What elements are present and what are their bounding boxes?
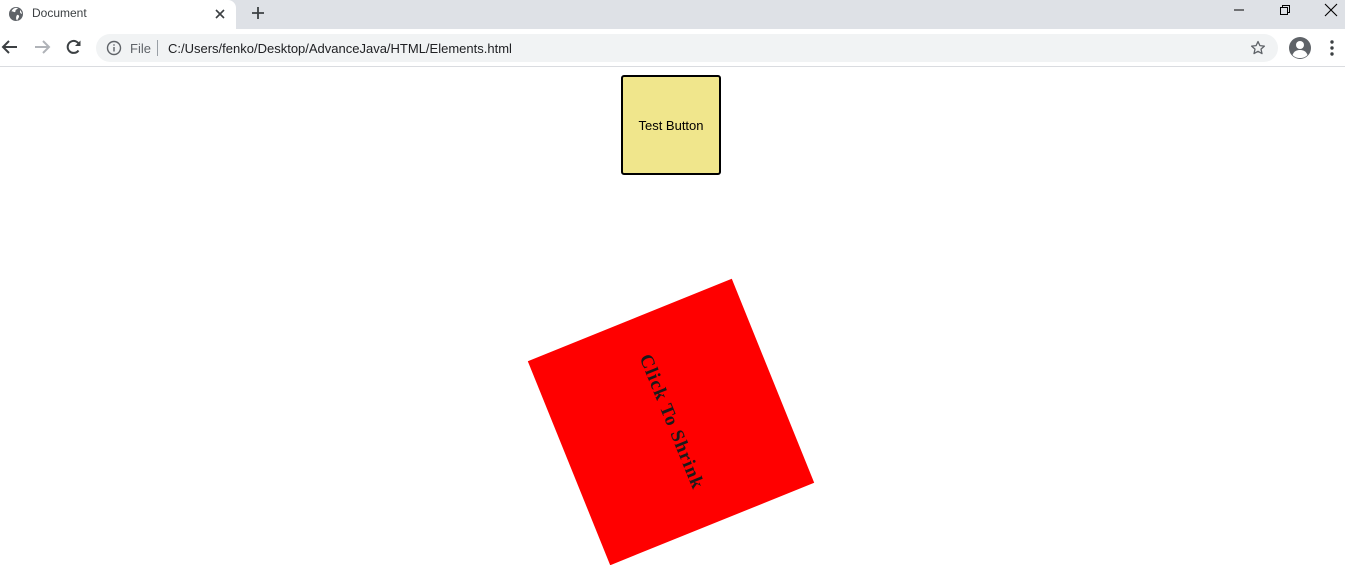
click-to-shrink-box[interactable]: Click To Shrink — [527, 278, 815, 565]
page-viewport: Test Button Click To Shrink — [0, 67, 1345, 565]
address-separator — [157, 40, 158, 56]
close-window-button[interactable] — [1308, 0, 1345, 29]
test-button[interactable]: Test Button — [621, 75, 721, 175]
reload-button[interactable] — [64, 37, 84, 57]
tab-strip: Document — [0, 0, 1345, 29]
arrow-left-icon — [1, 40, 17, 54]
minimize-icon — [1234, 9, 1244, 11]
forward-button[interactable] — [32, 37, 52, 57]
url-text[interactable]: C:/Users/fenko/Desktop/AdvanceJava/HTML/… — [168, 41, 512, 56]
address-bar[interactable]: File C:/Users/fenko/Desktop/AdvanceJava/… — [96, 34, 1278, 62]
star-icon[interactable] — [1250, 40, 1266, 56]
back-button[interactable] — [0, 37, 20, 57]
restore-window-button[interactable] — [1262, 0, 1308, 29]
browser-tab[interactable]: Document — [0, 0, 236, 29]
browser-toolbar: File C:/Users/fenko/Desktop/AdvanceJava/… — [0, 29, 1345, 67]
new-tab-button[interactable] — [248, 3, 268, 23]
info-icon[interactable] — [106, 40, 122, 56]
profile-avatar-icon[interactable] — [1288, 36, 1312, 60]
close-icon — [1324, 3, 1338, 17]
shrink-box-label: Click To Shrink — [634, 351, 709, 493]
more-menu-icon[interactable] — [1324, 38, 1340, 58]
restore-icon — [1280, 5, 1290, 15]
globe-icon — [8, 6, 24, 22]
arrow-right-icon — [35, 40, 51, 54]
tab-title: Document — [32, 6, 87, 20]
minimize-window-button[interactable] — [1216, 0, 1262, 29]
reload-icon — [66, 39, 81, 54]
close-tab-icon[interactable] — [212, 6, 228, 22]
scheme-label: File — [130, 41, 151, 56]
